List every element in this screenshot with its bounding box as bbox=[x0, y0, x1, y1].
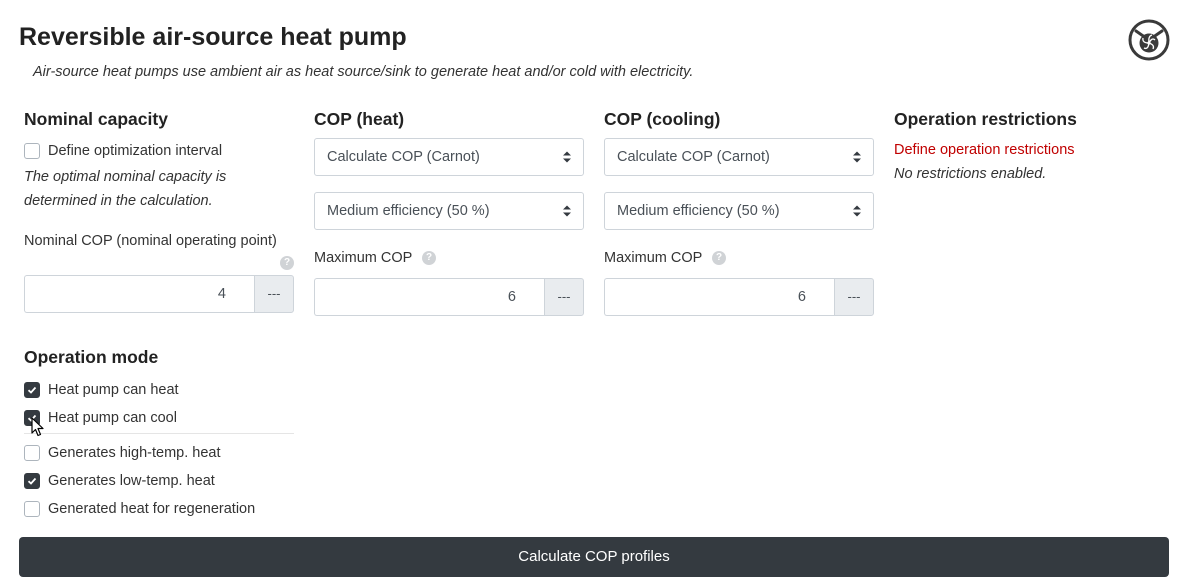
sort-arrows-icon bbox=[563, 151, 571, 163]
cop-cooling-efficiency-select[interactable]: Medium efficiency (50 %) bbox=[604, 192, 874, 230]
op-mode-label: Heat pump can heat bbox=[48, 382, 179, 398]
nominal-cop-input-group: 4 --- bbox=[24, 275, 294, 313]
question-circle-icon[interactable]: ? bbox=[712, 251, 727, 266]
cop-heat-method-select[interactable]: Calculate COP (Carnot) bbox=[314, 138, 584, 176]
sort-arrows-icon bbox=[563, 205, 571, 217]
checkbox-box[interactable] bbox=[24, 143, 40, 159]
checkbox-box[interactable] bbox=[24, 382, 40, 398]
check-icon bbox=[27, 386, 37, 394]
optimization-interval-checkbox[interactable]: Define optimization interval bbox=[24, 141, 294, 161]
select-value: Calculate COP (Carnot) bbox=[617, 149, 770, 165]
cop-heat-max-label: Maximum COP bbox=[314, 250, 413, 266]
cop-cooling-method-select[interactable]: Calculate COP (Carnot) bbox=[604, 138, 874, 176]
mouse-pointer-icon bbox=[31, 417, 44, 437]
op-mode-label: Generates low-temp. heat bbox=[48, 473, 215, 489]
cop-cooling-max-label: Maximum COP bbox=[604, 250, 703, 266]
checkbox-box[interactable] bbox=[24, 445, 40, 461]
question-circle-icon[interactable]: ? bbox=[422, 251, 437, 266]
operation-mode-title: Operation mode bbox=[24, 347, 159, 367]
sort-arrows-icon bbox=[853, 151, 861, 163]
op-mode-item[interactable]: Generated heat for regeneration bbox=[24, 499, 294, 519]
fan-logo-icon bbox=[1128, 19, 1170, 61]
cop-cooling-max-input-group: 6 --- bbox=[604, 278, 874, 316]
operation-restrictions-section: Operation restrictions Define operation … bbox=[894, 108, 1164, 188]
cop-heat-max-input-group: 6 --- bbox=[314, 278, 584, 316]
nominal-cop-input[interactable]: 4 bbox=[24, 275, 254, 313]
check-icon bbox=[27, 477, 37, 485]
nominal-capacity-title: Nominal capacity bbox=[24, 109, 168, 129]
nominal-capacity-section: Nominal capacity Define optimization int… bbox=[24, 108, 294, 313]
page-subtitle: Air-source heat pumps use ambient air as… bbox=[33, 64, 694, 80]
select-value: Medium efficiency (50 %) bbox=[327, 203, 490, 219]
op-mode-item[interactable]: Heat pump can heat bbox=[24, 380, 294, 400]
question-circle-icon[interactable]: ? bbox=[280, 256, 294, 271]
op-mode-label: Generates high-temp. heat bbox=[48, 445, 221, 461]
operation-restrictions-title: Operation restrictions bbox=[894, 109, 1077, 129]
select-value: Calculate COP (Carnot) bbox=[327, 149, 480, 165]
capacity-note: The optimal nominal capacity is determin… bbox=[24, 169, 227, 209]
op-mode-item[interactable]: Generates low-temp. heat bbox=[24, 471, 294, 491]
op-mode-item[interactable]: Heat pump can cool bbox=[24, 408, 294, 428]
cop-cooling-max-addon[interactable]: --- bbox=[834, 278, 874, 316]
cop-cooling-title: COP (cooling) bbox=[604, 109, 721, 129]
cop-heat-section: COP (heat) Calculate COP (Carnot) Medium… bbox=[314, 108, 584, 316]
calculate-cop-profiles-button[interactable]: Calculate COP profiles bbox=[19, 537, 1169, 577]
nominal-cop-addon[interactable]: --- bbox=[254, 275, 294, 313]
restrictions-status: No restrictions enabled. bbox=[894, 166, 1047, 182]
sort-arrows-icon bbox=[853, 205, 861, 217]
cop-heat-title: COP (heat) bbox=[314, 109, 405, 129]
select-value: Medium efficiency (50 %) bbox=[617, 203, 780, 219]
page-title: Reversible air-source heat pump bbox=[19, 23, 407, 51]
checkbox-box[interactable] bbox=[24, 501, 40, 517]
cop-heat-max-addon[interactable]: --- bbox=[544, 278, 584, 316]
cop-cooling-section: COP (cooling) Calculate COP (Carnot) Med… bbox=[604, 108, 874, 316]
cop-heat-efficiency-select[interactable]: Medium efficiency (50 %) bbox=[314, 192, 584, 230]
op-mode-label: Heat pump can cool bbox=[48, 410, 177, 426]
cop-cooling-max-input[interactable]: 6 bbox=[604, 278, 834, 316]
nominal-cop-label: Nominal COP (nominal operating point) bbox=[24, 233, 277, 249]
define-restrictions-link[interactable]: Define operation restrictions bbox=[894, 140, 1164, 160]
cop-heat-max-input[interactable]: 6 bbox=[314, 278, 544, 316]
optimization-interval-label: Define optimization interval bbox=[48, 143, 223, 159]
operation-mode-divider bbox=[24, 433, 294, 434]
checkbox-box[interactable] bbox=[24, 473, 40, 489]
op-mode-label: Generated heat for regeneration bbox=[48, 501, 256, 517]
op-mode-item[interactable]: Generates high-temp. heat bbox=[24, 443, 294, 463]
